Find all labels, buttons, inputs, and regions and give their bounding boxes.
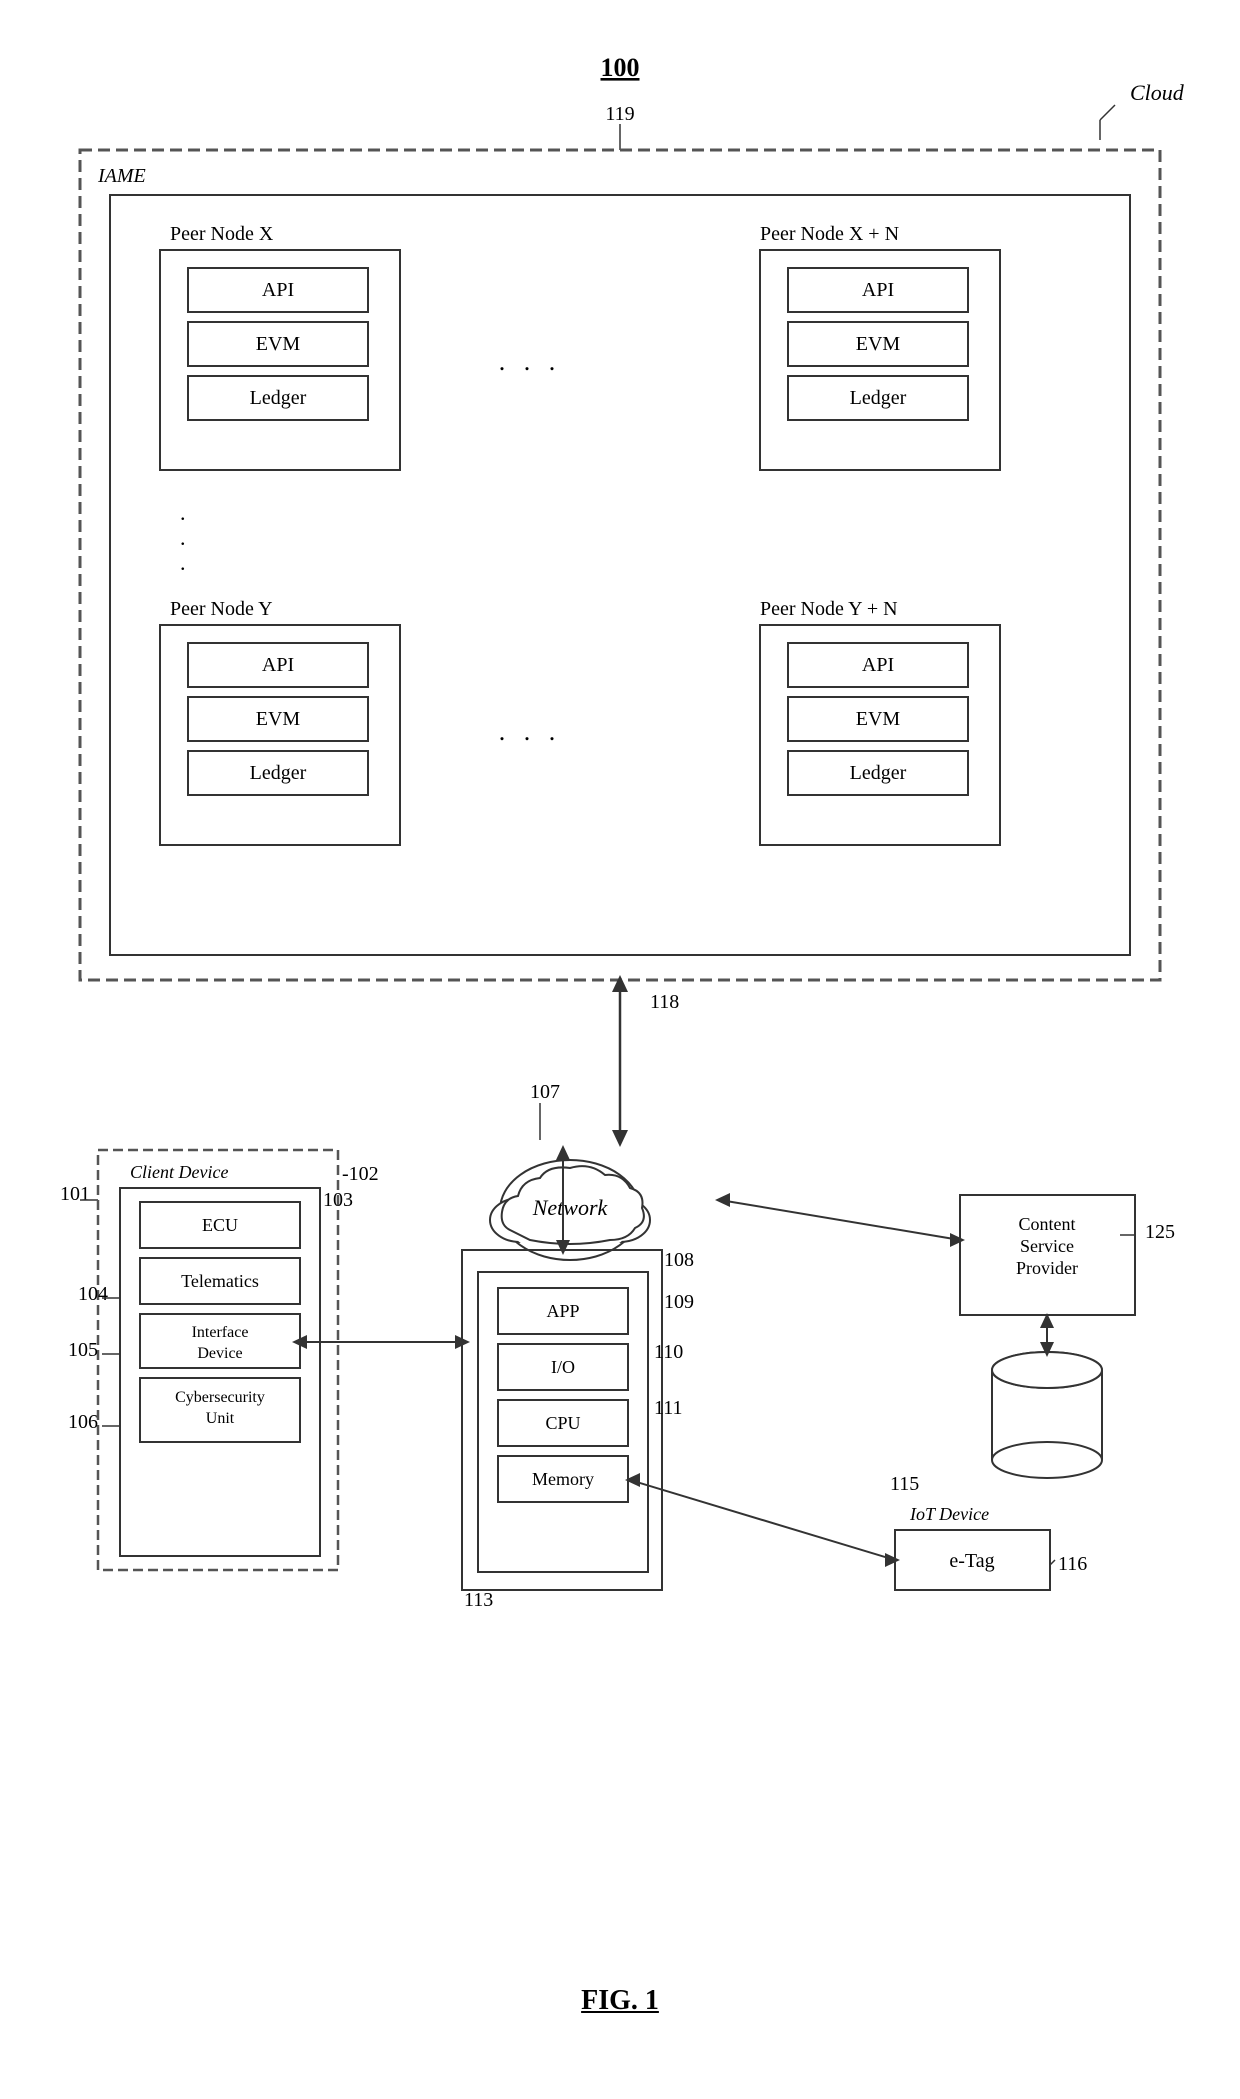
top-ref-label: 100 bbox=[601, 53, 640, 82]
ref-115: 115 bbox=[890, 1473, 919, 1495]
etag-label: e-Tag bbox=[949, 1550, 994, 1572]
app-component: APP bbox=[546, 1301, 579, 1321]
network-cloud: Network bbox=[490, 1160, 650, 1260]
ref-108: 108 bbox=[664, 1249, 694, 1271]
ref-101: 101 bbox=[60, 1183, 90, 1205]
iame-inner-box bbox=[110, 195, 1130, 955]
svg-text:Service: Service bbox=[1020, 1236, 1074, 1256]
ref-104: 104 bbox=[78, 1283, 108, 1305]
diagram-svg: 100 Cloud 119 IAME Peer Node X API EVM L… bbox=[40, 40, 1200, 1940]
ref-105: 105 bbox=[68, 1339, 98, 1361]
interface-device-component: Interface bbox=[192, 1324, 249, 1341]
svg-text:.: . bbox=[180, 550, 186, 575]
ref-118: 118 bbox=[650, 991, 679, 1013]
dots-v: . bbox=[180, 500, 186, 525]
ref-113: 113 bbox=[464, 1589, 493, 1611]
svg-text:.: . bbox=[180, 525, 186, 550]
ref-119: 119 bbox=[605, 103, 634, 125]
cpu-component: CPU bbox=[545, 1413, 580, 1433]
arrow-down-network bbox=[612, 1130, 628, 1147]
ref-106: 106 bbox=[68, 1411, 98, 1433]
client-inner-box bbox=[120, 1188, 320, 1556]
ref-111: 111 bbox=[654, 1397, 683, 1419]
iot-device-label: IoT Device bbox=[909, 1504, 989, 1524]
svg-text:Provider: Provider bbox=[1016, 1258, 1078, 1278]
peer-node-xn-ledger: Ledger bbox=[850, 387, 907, 409]
dots-h-top: . . . bbox=[499, 347, 562, 376]
peer-node-y-evm: EVM bbox=[256, 708, 301, 730]
ref-102: -102 bbox=[342, 1163, 379, 1185]
peer-node-x-api: API bbox=[262, 279, 294, 301]
ref-110: 110 bbox=[654, 1341, 683, 1363]
csp-label-content: Content bbox=[1019, 1214, 1076, 1234]
peer-node-x-evm: EVM bbox=[256, 333, 301, 355]
peer-node-xn-api: API bbox=[862, 279, 894, 301]
ref-109: 109 bbox=[664, 1291, 694, 1313]
ref-116: 116 bbox=[1058, 1553, 1087, 1575]
telematics-component: Telematics bbox=[181, 1271, 259, 1291]
figure-label: FIG. 1 bbox=[581, 1985, 659, 2017]
ecu-component: ECU bbox=[202, 1215, 238, 1235]
peer-node-yn-evm: EVM bbox=[856, 708, 901, 730]
peer-node-yn-label: Peer Node Y + N bbox=[760, 598, 898, 620]
cloud-label: Cloud bbox=[1130, 80, 1185, 105]
ref-125: 125 bbox=[1145, 1221, 1175, 1243]
network-label: Network bbox=[532, 1195, 609, 1220]
peer-node-xn-evm: EVM bbox=[856, 333, 901, 355]
svg-text:Unit: Unit bbox=[206, 1410, 235, 1427]
peer-node-y-api: API bbox=[262, 654, 294, 676]
ref-103: 103 bbox=[323, 1189, 353, 1211]
database-bottom bbox=[992, 1442, 1102, 1478]
dots-h-bottom: . . . bbox=[499, 717, 562, 746]
arrow-up-iame bbox=[612, 975, 628, 992]
peer-node-x-ledger: Ledger bbox=[250, 387, 307, 409]
peer-node-yn-api: API bbox=[862, 654, 894, 676]
peer-node-y-ledger: Ledger bbox=[250, 762, 307, 784]
iame-outer-box bbox=[80, 150, 1160, 980]
peer-node-x-label: Peer Node X bbox=[170, 223, 274, 245]
client-device-label: Client Device bbox=[130, 1162, 228, 1182]
peer-node-xn-label: Peer Node X + N bbox=[760, 223, 899, 245]
memory-component: Memory bbox=[532, 1469, 594, 1489]
cybersecurity-unit-component: Cybersecurity bbox=[175, 1389, 265, 1406]
svg-text:Device: Device bbox=[197, 1345, 242, 1362]
iame-label: IAME bbox=[97, 165, 146, 187]
io-component: I/O bbox=[551, 1357, 575, 1377]
peer-node-yn-ledger: Ledger bbox=[850, 762, 907, 784]
ref-107: 107 bbox=[530, 1081, 560, 1103]
peer-node-y-label: Peer Node Y bbox=[170, 598, 273, 620]
